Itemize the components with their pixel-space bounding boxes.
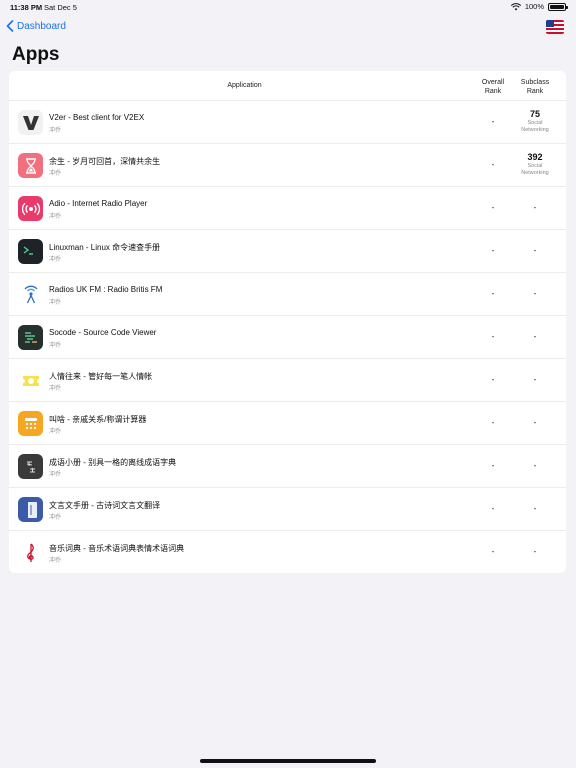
app-developer: 冲乔 [49, 429, 62, 435]
subclass-rank-value: - [533, 332, 537, 341]
subclass-rank: - [514, 402, 556, 427]
overall-rank: - [491, 289, 495, 298]
table-row[interactable]: Socode - Source Code Viewer 冲乔 - - [9, 316, 566, 359]
calculator-icon [18, 411, 43, 436]
app-name: 人情往来 - 管好每一笔人情帐 [49, 372, 153, 381]
table-row[interactable]: Linuxman - Linux 命令速查手册 冲乔 - - [9, 230, 566, 273]
idiom-icon [18, 454, 43, 479]
subclass-rank-value: 75 [529, 109, 540, 119]
subclass-rank: - [514, 316, 556, 341]
app-developer: 冲乔 [49, 214, 62, 220]
overall-rank: - [491, 246, 495, 255]
table-row[interactable]: 叫啥 - 亲戚关系/称谓计算器 冲乔 - - [9, 402, 566, 445]
app-developer: 冲乔 [49, 128, 62, 134]
overall-rank: - [491, 504, 495, 513]
chevron-left-icon [6, 20, 14, 32]
app-name: Linuxman - Linux 命令速查手册 [49, 243, 161, 252]
code-icon [18, 325, 43, 350]
subclass-rank: - [514, 445, 556, 470]
app-name: 成语小册 - 别具一格的离线成语字典 [49, 458, 177, 467]
subclass-rank-value: - [533, 375, 537, 384]
overall-rank: - [491, 461, 495, 470]
app-developer: 冲乔 [49, 472, 62, 478]
table-row[interactable]: 人情往来 - 管好每一笔人情帐 冲乔 - - [9, 359, 566, 402]
app-name: V2er - Best client for V2EX [49, 113, 145, 122]
subclass-rank: - [514, 230, 556, 255]
subclass-rank-value: - [533, 289, 537, 298]
status-date: Sat Dec 5 [44, 3, 77, 12]
battery-percent: 100% [524, 2, 544, 11]
overall-rank: - [491, 547, 495, 556]
subclass-rank: - [514, 488, 556, 513]
antenna-icon [18, 282, 43, 307]
music-icon [18, 540, 43, 565]
nav-bar: Dashboard [0, 18, 576, 40]
app-name: Adio - Internet Radio Player [49, 199, 148, 208]
app-developer: 冲乔 [49, 386, 62, 392]
table-header: Application Overall Rank Subclass Rank [9, 71, 566, 101]
table-row[interactable]: 文言文手册 - 古诗词文言文翻译 冲乔 - - [9, 488, 566, 531]
subclass-rank-value: - [533, 461, 537, 470]
table-row[interactable]: 余生 - 岁月可回首，深情共余生 冲乔 - 392 Social Network… [9, 144, 566, 187]
overall-rank: - [491, 203, 495, 212]
header-overall-rank: Overall Rank [481, 79, 505, 95]
table-row[interactable]: Radios UK FM : Radio Britis FM 冲乔 - - [9, 273, 566, 316]
app-name: Radios UK FM : Radio Britis FM [49, 285, 163, 294]
app-developer: 冲乔 [49, 558, 62, 564]
subclass-rank: 75 Social Networking [514, 101, 556, 134]
app-name: 音乐词典 - 音乐术语词典表情术语词典 [49, 544, 185, 553]
overall-rank: - [491, 332, 495, 341]
back-button[interactable]: Dashboard [6, 20, 66, 32]
overall-rank: - [491, 117, 495, 126]
app-name: Socode - Source Code Viewer [49, 328, 157, 337]
app-developer: 冲乔 [49, 343, 62, 349]
status-bar: 11:38 PM Sat Dec 5 100% [0, 0, 576, 14]
app-developer: 冲乔 [49, 300, 62, 306]
header-subclass-rank: Subclass Rank [520, 79, 550, 95]
app-name: 余生 - 岁月可回首，深情共余生 [49, 157, 161, 166]
overall-rank: - [491, 160, 495, 169]
status-time: 11:38 PM [10, 3, 43, 12]
subclass-rank: 392 Social Networking [514, 144, 556, 177]
app-developer: 冲乔 [49, 257, 62, 263]
terminal-icon [18, 239, 43, 264]
overall-rank: - [491, 418, 495, 427]
hourglass-icon [18, 153, 43, 178]
table-row[interactable]: V2er - Best client for V2EX 冲乔 - 75 Soci… [9, 101, 566, 144]
radio-icon [18, 196, 43, 221]
page-title: Apps [12, 44, 60, 65]
app-developer: 冲乔 [49, 171, 62, 177]
us-flag-icon[interactable] [546, 20, 564, 34]
subclass-rank: - [514, 187, 556, 212]
ticket-icon [18, 368, 43, 393]
table-row[interactable]: 成语小册 - 别具一格的离线成语字典 冲乔 - - [9, 445, 566, 488]
apps-table: Application Overall Rank Subclass Rank V… [9, 71, 566, 573]
subclass-category: Social Networking [521, 163, 549, 176]
back-label: Dashboard [17, 20, 66, 32]
subclass-rank: - [514, 359, 556, 384]
home-indicator[interactable] [200, 759, 376, 763]
app-name: 叫啥 - 亲戚关系/称谓计算器 [49, 415, 147, 424]
subclass-rank-value: - [533, 547, 537, 556]
status-right: 100% [510, 2, 568, 11]
v2er-icon [18, 110, 43, 135]
subclass-rank-value: - [533, 418, 537, 427]
subclass-rank: - [514, 273, 556, 298]
wifi-icon [510, 2, 521, 10]
header-application: Application [227, 82, 262, 89]
app-developer: 冲乔 [49, 515, 62, 521]
book-icon [18, 497, 43, 522]
overall-rank: - [491, 375, 495, 384]
subclass-rank-value: 392 [527, 152, 543, 162]
battery-icon [548, 2, 568, 11]
table-row[interactable]: 音乐词典 - 音乐术语词典表情术语词典 冲乔 - - [9, 531, 566, 573]
subclass-rank-value: - [533, 246, 537, 255]
subclass-rank-value: - [533, 504, 537, 513]
app-name: 文言文手册 - 古诗词文言文翻译 [49, 501, 161, 510]
subclass-category: Social Networking [521, 120, 549, 133]
subclass-rank-value: - [533, 203, 537, 212]
table-row[interactable]: Adio - Internet Radio Player 冲乔 - - [9, 187, 566, 230]
subclass-rank: - [514, 531, 556, 556]
